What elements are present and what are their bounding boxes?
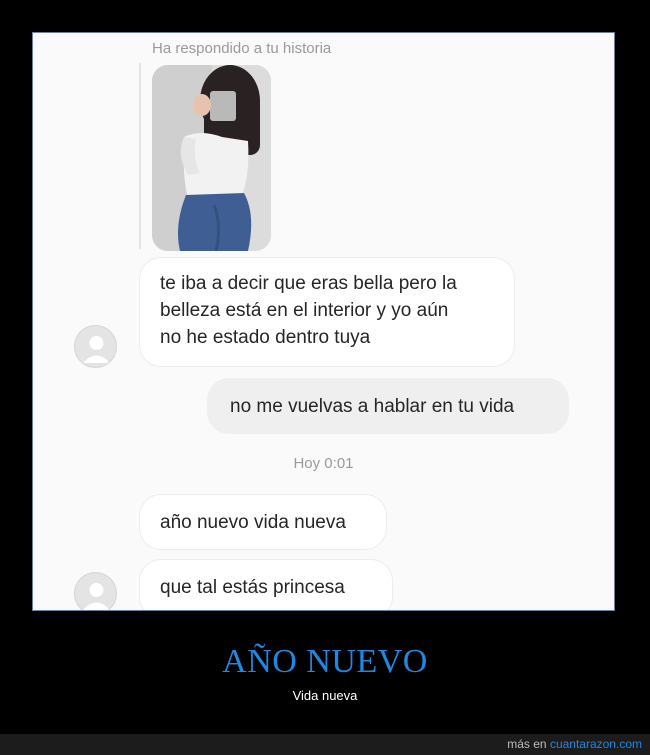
message-timestamp: Hoy 0:01: [293, 455, 354, 472]
message-line: belleza está en el interior y yo aún: [160, 300, 449, 321]
message-line: no he estado dentro tuya: [160, 327, 371, 348]
story-quote-line: [139, 63, 141, 249]
message-bubble-incoming[interactable]: año nuevo vida nueva: [139, 494, 387, 550]
message-bubble-outgoing[interactable]: no me vuelvas a hablar en tu vida: [207, 378, 569, 434]
post-subtitle: Vida nueva: [292, 688, 358, 703]
default-avatar-icon: [83, 336, 110, 363]
default-avatar-icon: [83, 583, 110, 610]
footer-credit: más en cuantarazon.com: [507, 737, 642, 751]
message-line: que tal estás princesa: [160, 577, 345, 598]
post-title: AÑO NUEVO: [222, 643, 428, 680]
screenshot-frame: Ha respondido a tu historia te iba a dec…: [32, 32, 615, 611]
footer-prefix: más en: [507, 737, 547, 751]
footer-bar: más en cuantarazon.com: [0, 734, 650, 755]
message-line: no me vuelvas a hablar en tu vida: [230, 396, 515, 417]
story-reply-label: Ha respondido a tu historia: [152, 40, 332, 57]
story-photo-icon: [152, 65, 271, 251]
message-bubble-incoming[interactable]: te iba a decir que eras bella pero la be…: [139, 257, 515, 367]
message-line: año nuevo vida nueva: [160, 512, 346, 533]
message-line: te iba a decir que eras bella pero la: [160, 273, 457, 294]
story-thumbnail[interactable]: [152, 65, 271, 251]
avatar[interactable]: [74, 572, 117, 610]
message-bubble-incoming[interactable]: que tal estás princesa: [139, 559, 393, 610]
footer-site-link[interactable]: cuantarazon.com: [550, 737, 642, 751]
avatar[interactable]: [74, 325, 117, 368]
